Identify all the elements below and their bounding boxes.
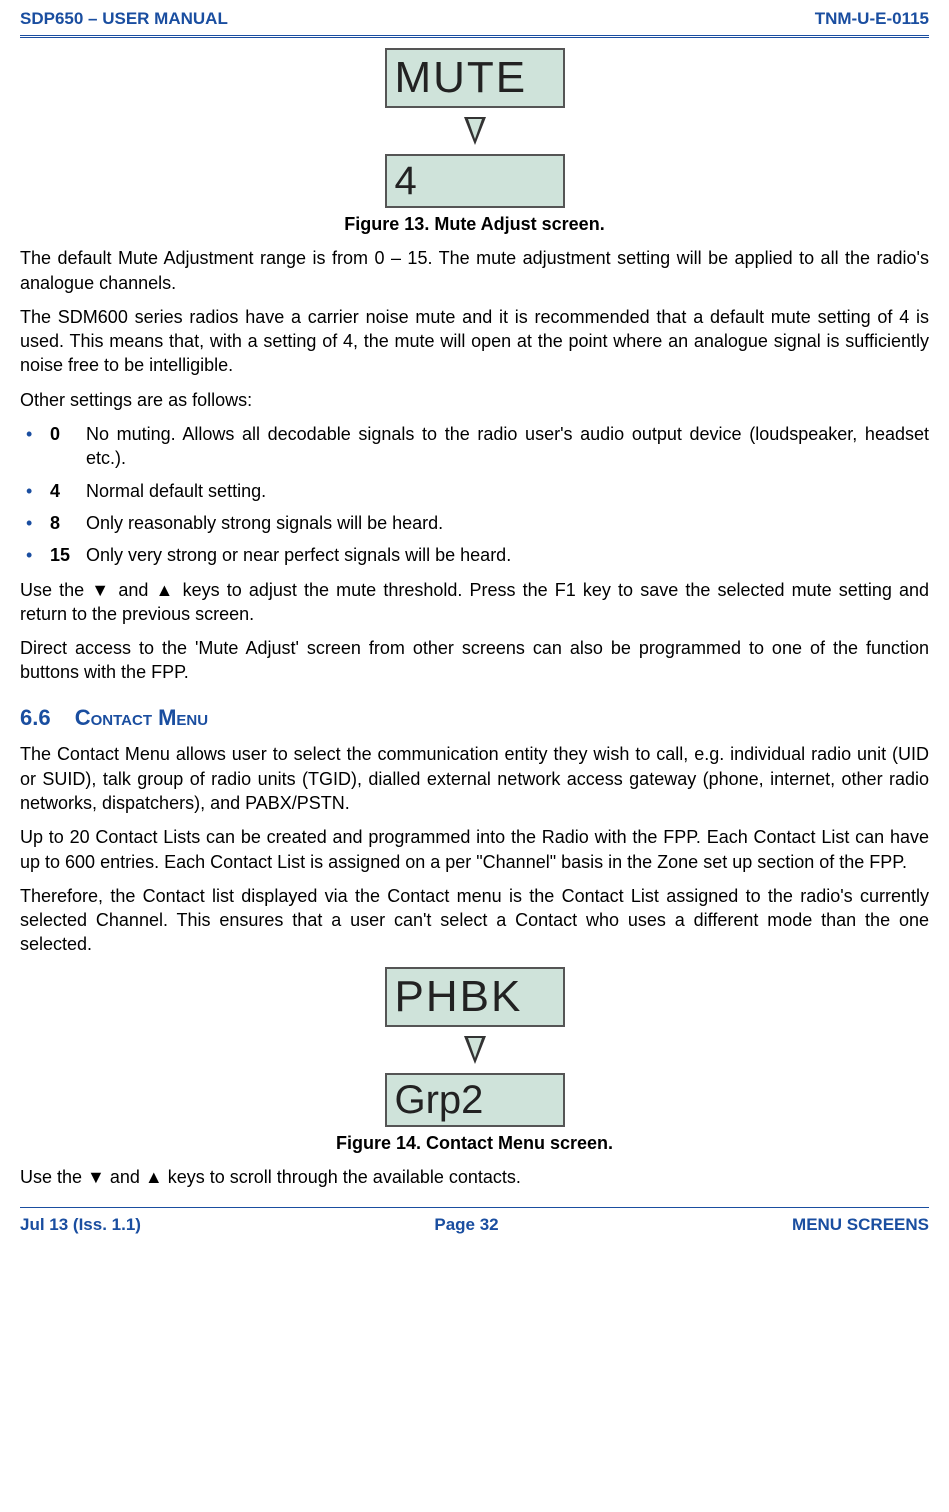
setting-number: 15 xyxy=(50,543,86,567)
list-item: • 15 Only very strong or near perfect si… xyxy=(20,543,929,567)
figure-13-caption: Figure 13. Mute Adjust screen. xyxy=(20,212,929,236)
down-arrow-icon xyxy=(464,1033,486,1067)
page-footer: Jul 13 (Iss. 1.1) Page 32 MENU SCREENS xyxy=(20,1208,929,1249)
bullet-icon: • xyxy=(20,543,50,567)
footer-left: Jul 13 (Iss. 1.1) xyxy=(20,1214,141,1237)
setting-number: 0 xyxy=(50,422,86,446)
body-text: Up to 20 Contact Lists can be created an… xyxy=(20,825,929,874)
settings-list: • 0 No muting. Allows all decodable sign… xyxy=(20,422,929,567)
lcd-top-fig13: MUTE xyxy=(385,48,565,108)
list-item: • 8 Only reasonably strong signals will … xyxy=(20,511,929,535)
section-title: Contact Menu xyxy=(75,705,208,730)
body-text: Use the ▼ and ▲ keys to adjust the mute … xyxy=(20,578,929,627)
setting-number: 4 xyxy=(50,479,86,503)
body-text: The default Mute Adjustment range is fro… xyxy=(20,246,929,295)
bullet-icon: • xyxy=(20,479,50,503)
footer-right: MENU SCREENS xyxy=(792,1214,929,1237)
list-item: • 4 Normal default setting. xyxy=(20,479,929,503)
section-heading-6-6: 6.6 Contact Menu xyxy=(20,703,929,733)
section-number: 6.6 xyxy=(20,705,51,730)
body-text: Direct access to the 'Mute Adjust' scree… xyxy=(20,636,929,685)
setting-text: Normal default setting. xyxy=(86,479,929,503)
setting-text: Only very strong or near perfect signals… xyxy=(86,543,929,567)
header-rule xyxy=(20,35,929,38)
body-text: Therefore, the Contact list displayed vi… xyxy=(20,884,929,957)
footer-center: Page 32 xyxy=(434,1214,498,1237)
body-text: Other settings are as follows: xyxy=(20,388,929,412)
list-item: • 0 No muting. Allows all decodable sign… xyxy=(20,422,929,471)
setting-text: Only reasonably strong signals will be h… xyxy=(86,511,929,535)
bullet-icon: • xyxy=(20,511,50,535)
body-text: The Contact Menu allows user to select t… xyxy=(20,742,929,815)
header-left: SDP650 – USER MANUAL xyxy=(20,8,228,31)
lcd-bottom-fig13: 4 xyxy=(385,154,565,208)
figure-14-caption: Figure 14. Contact Menu screen. xyxy=(20,1131,929,1155)
figure-14: PHBK Grp2 xyxy=(20,967,929,1127)
bullet-icon: • xyxy=(20,422,50,446)
setting-text: No muting. Allows all decodable signals … xyxy=(86,422,929,471)
down-arrow-icon xyxy=(464,114,486,148)
figure-13: MUTE 4 xyxy=(20,48,929,208)
setting-number: 8 xyxy=(50,511,86,535)
body-text: Use the ▼ and ▲ keys to scroll through t… xyxy=(20,1165,929,1189)
lcd-top-fig14: PHBK xyxy=(385,967,565,1027)
page-header: SDP650 – USER MANUAL TNM-U-E-0115 xyxy=(20,0,929,35)
header-right: TNM-U-E-0115 xyxy=(815,8,929,31)
body-text: The SDM600 series radios have a carrier … xyxy=(20,305,929,378)
lcd-bottom-fig14: Grp2 xyxy=(385,1073,565,1127)
